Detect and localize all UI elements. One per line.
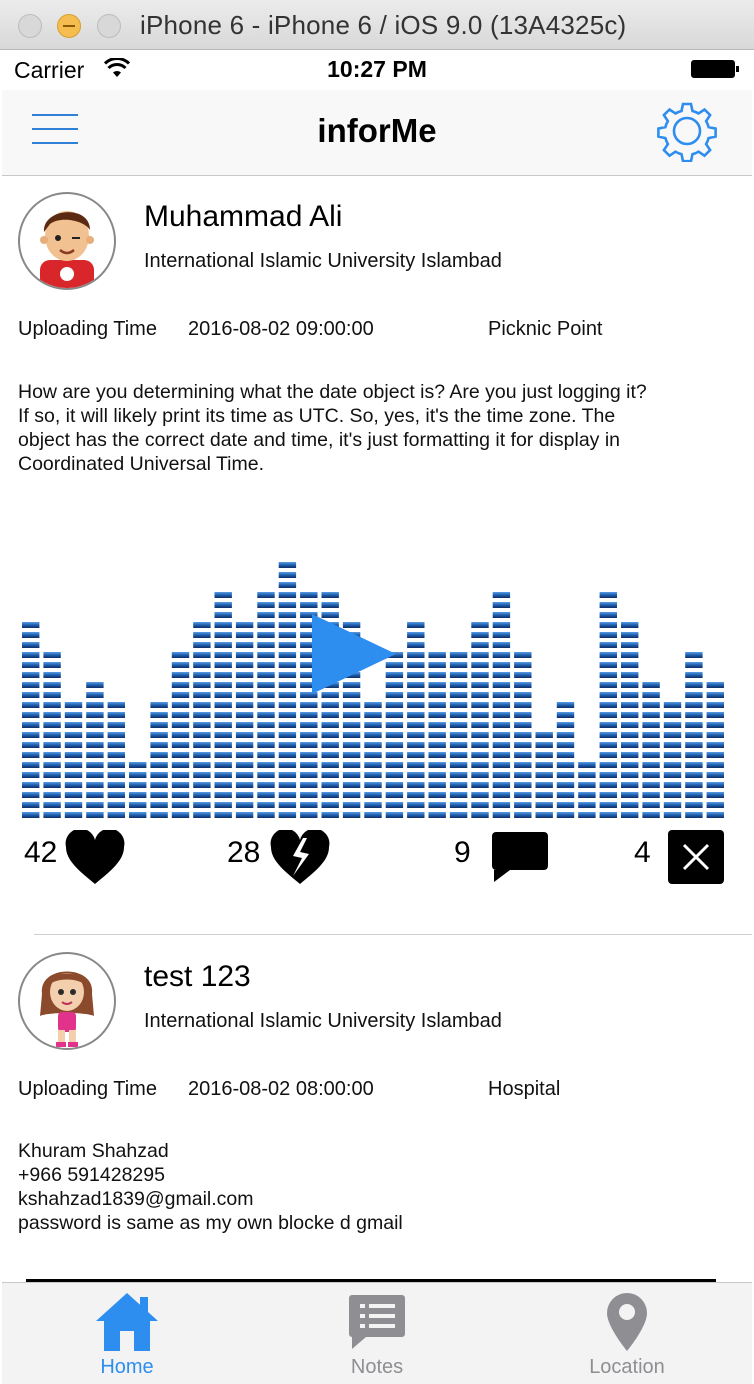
device-screen: Carrier 10:27 PM inforMe Muhammad Ali In… xyxy=(2,50,752,1384)
post-university: International Islamic University Islamba… xyxy=(144,250,502,272)
notes-icon xyxy=(349,1295,405,1349)
avatar[interactable] xyxy=(18,952,116,1050)
avatar[interactable] xyxy=(18,192,116,290)
post-body-text: How are you determining what the date ob… xyxy=(18,381,647,475)
gear-icon[interactable] xyxy=(656,100,718,162)
window-maximize-button[interactable] xyxy=(97,14,121,38)
comment-icon[interactable] xyxy=(490,830,550,884)
like-count: 42 xyxy=(24,836,58,869)
report-count: 4 xyxy=(634,836,651,869)
cartoon-boy-avatar-icon xyxy=(40,211,94,288)
post-divider xyxy=(34,934,752,935)
heart-icon[interactable] xyxy=(64,830,126,886)
window-close-button[interactable] xyxy=(18,14,42,38)
navigation-bar: inforMe xyxy=(2,90,752,176)
post-place: Picknic Point xyxy=(488,318,603,340)
post-actions-bar: 42 28 9 4 xyxy=(2,828,752,888)
play-icon[interactable] xyxy=(312,614,396,694)
status-time: 10:27 PM xyxy=(327,56,427,82)
tab-notes-label: Notes xyxy=(350,1356,404,1378)
tab-location-label: Location xyxy=(589,1356,665,1378)
tab-bar: Home Notes Location xyxy=(2,1282,752,1384)
status-bar: Carrier 10:27 PM xyxy=(2,50,752,90)
post-university: International Islamic University Islamba… xyxy=(144,1010,502,1032)
window-minimize-button[interactable] xyxy=(57,14,81,38)
window-titlebar: iPhone 6 - iPhone 6 / iOS 9.0 (13A4325c) xyxy=(0,0,754,50)
window-title: iPhone 6 - iPhone 6 / iOS 9.0 (13A4325c) xyxy=(140,10,627,40)
close-icon[interactable] xyxy=(668,830,724,884)
post-author-name: test 123 xyxy=(144,960,251,993)
battery-icon xyxy=(691,60,739,78)
post-place: Hospital xyxy=(488,1078,561,1100)
location-pin-icon xyxy=(607,1293,647,1351)
home-icon xyxy=(96,1293,158,1351)
tab-home-label: Home xyxy=(100,1356,154,1378)
upload-time-value: 2016-08-02 09:00:00 xyxy=(188,318,374,340)
tab-home[interactable]: Home xyxy=(2,1283,252,1384)
app-title: inforMe xyxy=(317,112,437,149)
tab-notes[interactable]: Notes xyxy=(252,1283,502,1384)
tab-location[interactable]: Location xyxy=(502,1283,752,1384)
upload-time-value: 2016-08-02 08:00:00 xyxy=(188,1078,374,1100)
cartoon-girl-avatar-icon xyxy=(40,971,94,1047)
post-author-name: Muhammad Ali xyxy=(144,200,343,233)
comment-count: 9 xyxy=(454,836,471,869)
upload-time-label: Uploading Time xyxy=(18,318,157,340)
broken-heart-icon[interactable] xyxy=(269,830,331,886)
post-body-text: Khuram Shahzad +966 591428295 kshahzad18… xyxy=(18,1140,403,1234)
upload-time-label: Uploading Time xyxy=(18,1078,157,1100)
dislike-count: 28 xyxy=(227,836,261,869)
